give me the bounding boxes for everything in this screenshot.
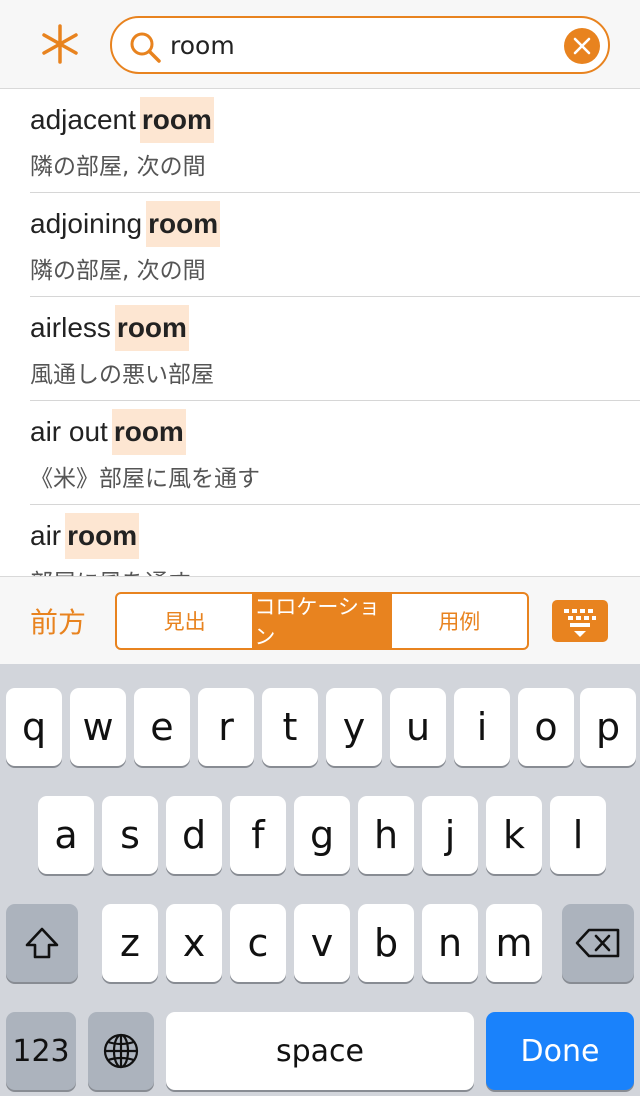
entry-match: room (139, 97, 214, 143)
globe-key[interactable] (88, 1012, 154, 1090)
entry-translation: 部屋に風を通す (30, 563, 191, 576)
key-t[interactable]: t (262, 688, 318, 766)
key-m[interactable]: m (486, 904, 542, 982)
clear-icon (573, 37, 591, 55)
key-p[interactable]: p (580, 688, 636, 766)
clear-search-button[interactable] (564, 28, 600, 64)
list-item[interactable]: adjoining room 隣の部屋, 次の間 (30, 193, 640, 297)
list-item[interactable]: airroom 部屋に風を通す (30, 505, 640, 576)
entry-match: room (111, 409, 186, 455)
done-key[interactable]: Done (486, 1012, 634, 1090)
tab-collocation[interactable]: コロケーション (252, 594, 390, 648)
key-y[interactable]: y (326, 688, 382, 766)
key-l[interactable]: l (550, 796, 606, 874)
globe-icon (103, 1033, 139, 1069)
key-q[interactable]: q (6, 688, 62, 766)
tab-headword[interactable]: 見出 (117, 594, 252, 648)
search-header (0, 0, 640, 89)
key-e[interactable]: e (134, 688, 190, 766)
numbers-key[interactable]: 123 (6, 1012, 76, 1090)
search-input[interactable] (170, 26, 550, 64)
delete-key[interactable] (562, 904, 634, 982)
entry-translation: 隣の部屋, 次の間 (30, 258, 206, 284)
results-list: adjacent room 隣の部屋, 次の間 adjoining room 隣の部… (0, 89, 640, 576)
key-z[interactable]: z (102, 904, 158, 982)
asterisk-icon[interactable] (36, 20, 84, 68)
key-f[interactable]: f (230, 796, 286, 874)
key-x[interactable]: x (166, 904, 222, 982)
list-item[interactable]: airless room 風通しの悪い部屋 (30, 297, 640, 401)
entry-prefix: adjoining (30, 208, 143, 239)
key-s[interactable]: s (102, 796, 158, 874)
entry-match: room (65, 513, 140, 559)
delete-icon (575, 928, 620, 958)
key-v[interactable]: v (294, 904, 350, 982)
entry-match: room (146, 201, 221, 247)
list-item[interactable]: adjacent room 隣の部屋, 次の間 (30, 89, 640, 193)
search-mode-bar: 前方 見出 コロケーション 用例 (0, 576, 640, 664)
key-c[interactable]: c (230, 904, 286, 982)
entry-prefix: air (30, 520, 62, 551)
shift-key[interactable] (6, 904, 78, 982)
key-a[interactable]: a (38, 796, 94, 874)
key-j[interactable]: j (422, 796, 478, 874)
entry-translation: 隣の部屋, 次の間 (30, 154, 206, 180)
entry-prefix: airless (30, 312, 111, 343)
entry-match: room (114, 305, 189, 351)
search-field[interactable] (110, 16, 610, 74)
key-r[interactable]: r (198, 688, 254, 766)
keyboard-icon (564, 609, 596, 637)
key-b[interactable]: b (358, 904, 414, 982)
entry-prefix: adjacent (30, 104, 136, 135)
match-direction-button[interactable]: 前方 (30, 601, 86, 641)
key-o[interactable]: o (518, 688, 574, 766)
key-n[interactable]: n (422, 904, 478, 982)
key-h[interactable]: h (358, 796, 414, 874)
key-u[interactable]: u (390, 688, 446, 766)
tab-examples[interactable]: 用例 (389, 594, 527, 648)
key-g[interactable]: g (294, 796, 350, 874)
list-item[interactable]: air out room 《米》部屋に風を通す (30, 401, 640, 505)
shift-icon (25, 927, 59, 959)
key-k[interactable]: k (486, 796, 542, 874)
entry-prefix: air out (30, 416, 108, 447)
keyboard: q w e r t y u i o p a s d f g h j k l z … (0, 664, 640, 1096)
search-type-segmented-control: 見出 コロケーション 用例 (115, 592, 529, 650)
key-w[interactable]: w (70, 688, 126, 766)
hide-keyboard-button[interactable] (552, 600, 608, 642)
entry-translation: 風通しの悪い部屋 (30, 362, 214, 388)
search-icon (130, 32, 161, 63)
key-i[interactable]: i (454, 688, 510, 766)
key-d[interactable]: d (166, 796, 222, 874)
space-key[interactable]: space (166, 1012, 474, 1090)
entry-translation: 《米》部屋に風を通す (30, 466, 260, 492)
